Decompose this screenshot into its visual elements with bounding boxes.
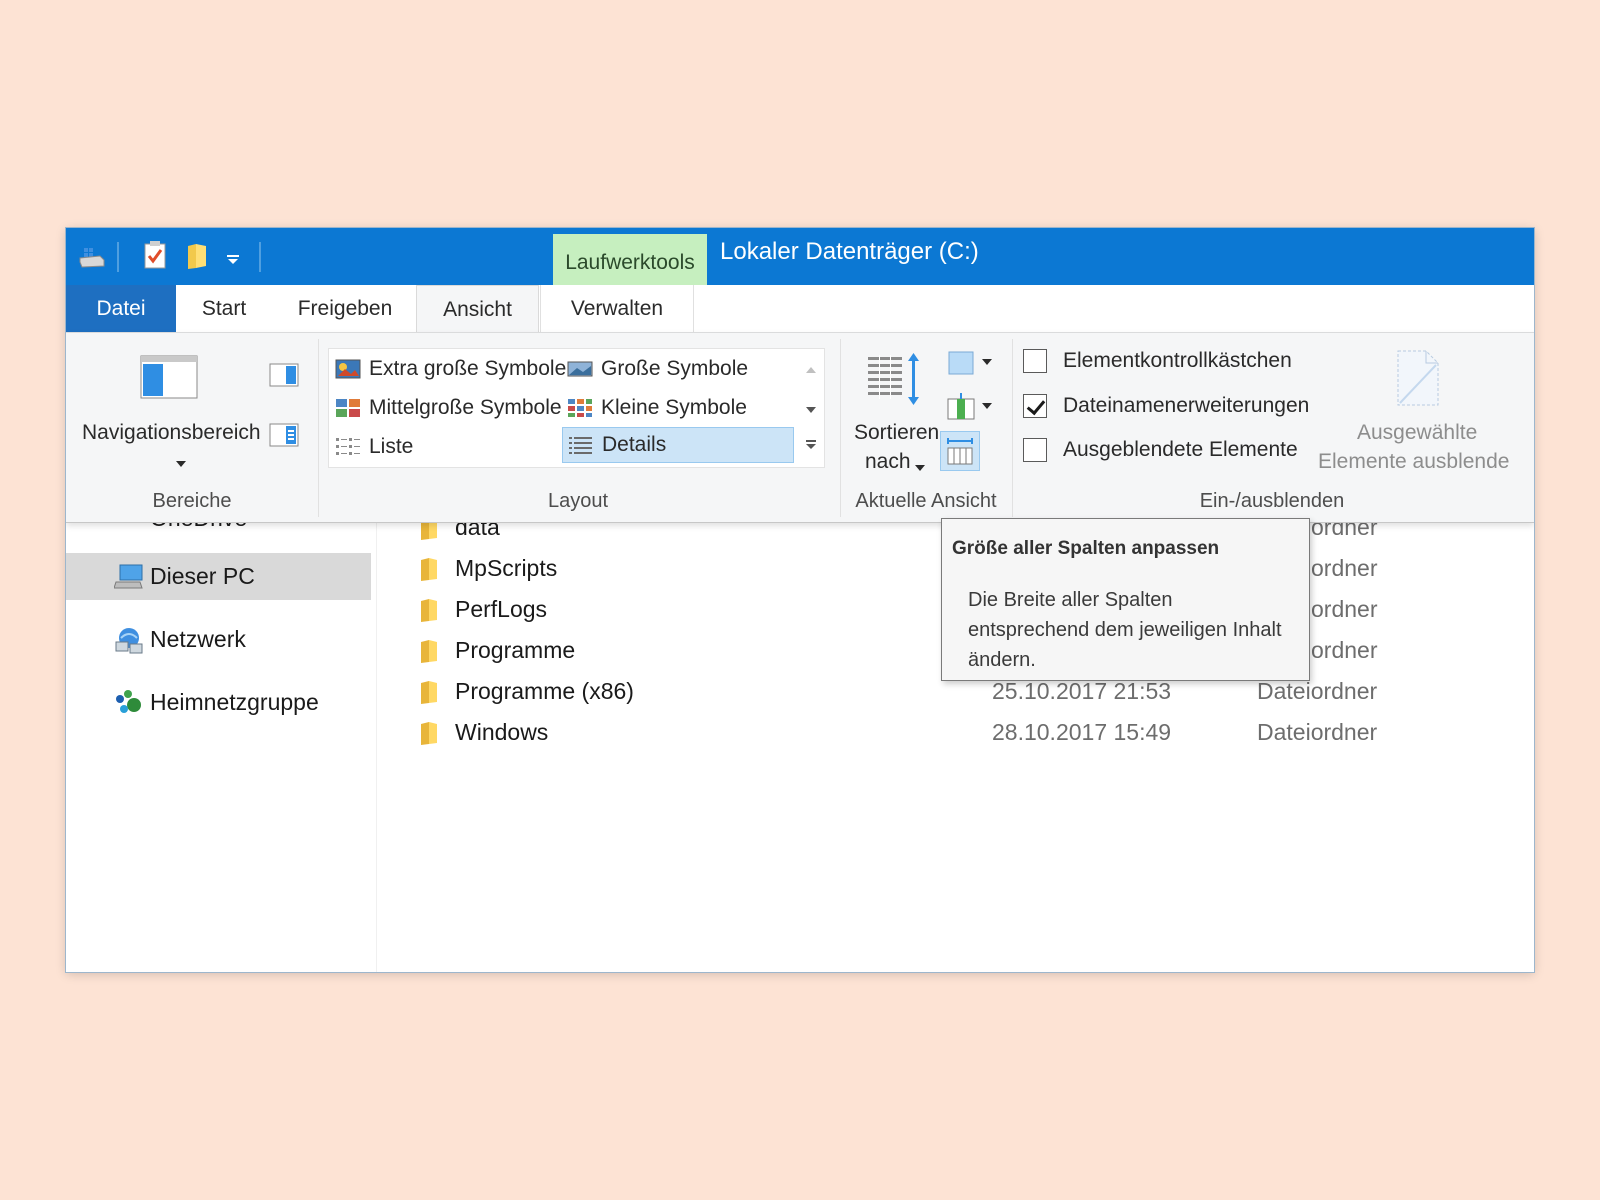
details-view-icon [568,435,594,455]
item-checkboxes-option[interactable]: Elementkontrollkästchen [1023,349,1292,373]
group-label-ein-ausblenden: Ein-/ausblenden [1199,490,1345,512]
item-checkboxes-checkbox[interactable] [1023,349,1047,373]
hidden-items-checkbox[interactable] [1023,438,1047,462]
qat-dropdown-icon[interactable] [226,252,240,270]
window-title: Lokaler Datenträger (C:) [720,238,979,265]
gallery-scroll-down-icon[interactable] [805,401,817,419]
group-label-bereiche: Bereiche [152,490,232,512]
tooltip: Größe aller Spalten anpassen Die Breite … [941,518,1310,681]
size-all-columns-icon[interactable] [940,431,980,471]
new-folder-icon[interactable] [186,242,208,275]
file-extensions-checkbox[interactable] [1023,394,1047,418]
qat-separator [259,242,261,272]
gallery-more-icon[interactable] [805,437,817,455]
tab-verwalten[interactable]: Verwalten [540,285,694,332]
folder-icon [421,558,437,581]
navigation-pane: OneDrive Dieser PC Netzwerk [66,505,377,972]
file-row[interactable]: Windows 28.10.2017 15:49 Dateiordner [378,713,1528,753]
list-view-icon [335,437,361,457]
tab-datei[interactable]: Datei [66,285,176,332]
add-columns-icon[interactable] [946,393,996,426]
details-pane-icon[interactable] [269,423,299,452]
layout-large-icons[interactable]: Große Symbole [567,351,748,387]
folder-icon [421,599,437,622]
homegroup-icon [114,689,144,717]
folder-icon [421,681,437,704]
nav-pane-icon [140,355,198,404]
chevron-down-icon [175,455,187,473]
hidden-items-option[interactable]: Ausgeblendete Elemente [1023,438,1298,462]
tab-start[interactable]: Start [176,285,272,332]
hide-selected-label-line1: Ausgewählte [1357,421,1478,444]
hide-document-icon [1396,349,1440,412]
ribbon-panel: Navigationsbereich Bereiche Extra große … [66,332,1534,523]
explorer-window: Laufwerktools Lokaler Datenträger (C:) D… [66,228,1534,972]
nav-pane-button[interactable]: Navigationsbereich [78,345,278,475]
layout-extra-large-icons[interactable]: Extra große Symbole [335,351,566,387]
sidebar-item-dieser-pc[interactable]: Dieser PC [66,553,371,600]
layout-list[interactable]: Liste [335,429,413,465]
layout-small-icons[interactable]: Kleine Symbole [567,390,747,426]
sidebar-item-netzwerk[interactable]: Netzwerk [66,616,371,663]
group-label-layout: Layout [547,490,609,512]
file-extensions-option[interactable]: Dateinamenerweiterungen [1023,394,1309,418]
tab-ansicht[interactable]: Ansicht [416,285,539,333]
preview-pane-icon[interactable] [269,363,299,392]
network-icon [114,626,144,654]
sort-icon [866,353,924,410]
layout-details[interactable]: Details [562,427,794,463]
tooltip-body: Die Breite aller Spalten entsprechend de… [968,589,1282,671]
folder-icon [421,640,437,663]
extra-large-icons-icon [335,359,361,379]
sidebar-item-heimnetzgruppe[interactable]: Heimnetzgruppe [66,679,371,726]
nav-pane-label: Navigationsbereich [82,421,261,444]
medium-icons-icon [335,398,361,418]
large-icons-icon [567,359,593,379]
chevron-down-icon [914,459,926,477]
group-label-aktuelle-ansicht: Aktuelle Ansicht [855,490,997,512]
drive-icon [78,248,106,273]
folder-icon [421,722,437,745]
sort-label-line1: Sortieren [854,421,940,444]
qat-separator [117,242,119,272]
properties-icon[interactable] [144,241,166,274]
title-bar: Laufwerktools Lokaler Datenträger (C:) [66,228,1534,285]
ribbon-tab-row: Datei Start Freigeben Ansicht Verwalten [66,285,1534,333]
hide-selected-label-line2: Elemente ausblende [1318,450,1510,473]
computer-icon [114,564,144,590]
tab-freigeben[interactable]: Freigeben [276,285,414,332]
hide-selected-items-button[interactable]: Ausgewählte Elemente ausblende [1316,345,1534,475]
group-by-icon[interactable] [946,349,996,382]
small-icons-icon [567,398,593,418]
layout-medium-icons[interactable]: Mittelgroße Symbole [335,390,562,426]
layout-gallery: Extra große Symbole Große Symbole Mittel… [328,348,825,468]
sort-label-line2: nach [865,450,911,473]
gallery-scroll-up-icon[interactable] [805,361,817,379]
tooltip-title: Größe aller Spalten anpassen [952,538,1220,559]
sort-by-button[interactable]: Sortieren nach [848,345,940,475]
context-tab-laufwerktools: Laufwerktools [553,234,707,285]
